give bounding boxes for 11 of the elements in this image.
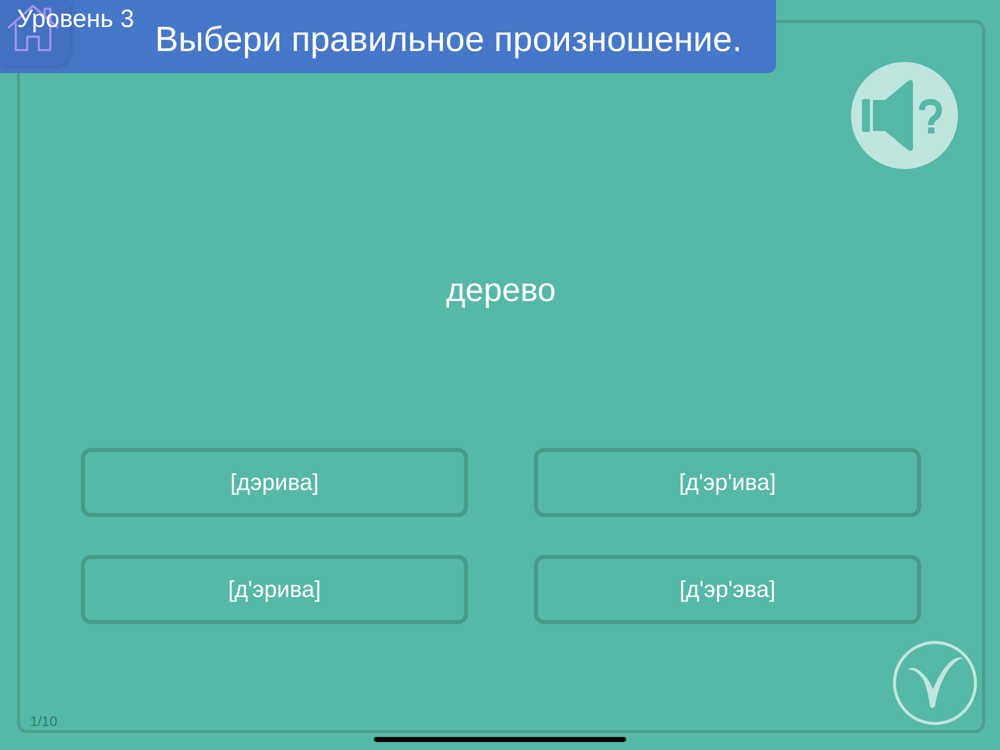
answer-option[interactable]: [д'эр'эва] (534, 555, 921, 624)
target-word: дерево (446, 271, 556, 309)
answer-option[interactable]: [д'эр'ива] (534, 448, 921, 517)
check-button[interactable] (893, 641, 977, 725)
speaker-question-icon (862, 80, 942, 152)
instruction-title: Выбери правильное произношение. (155, 18, 742, 60)
level-label: Уровень 3 (17, 4, 134, 34)
answer-option[interactable]: [д'эрива] (81, 555, 468, 624)
progress-counter: 1/10 (30, 713, 58, 729)
answer-option[interactable]: [дэрива] (81, 448, 468, 517)
checkmark-icon (906, 656, 964, 710)
